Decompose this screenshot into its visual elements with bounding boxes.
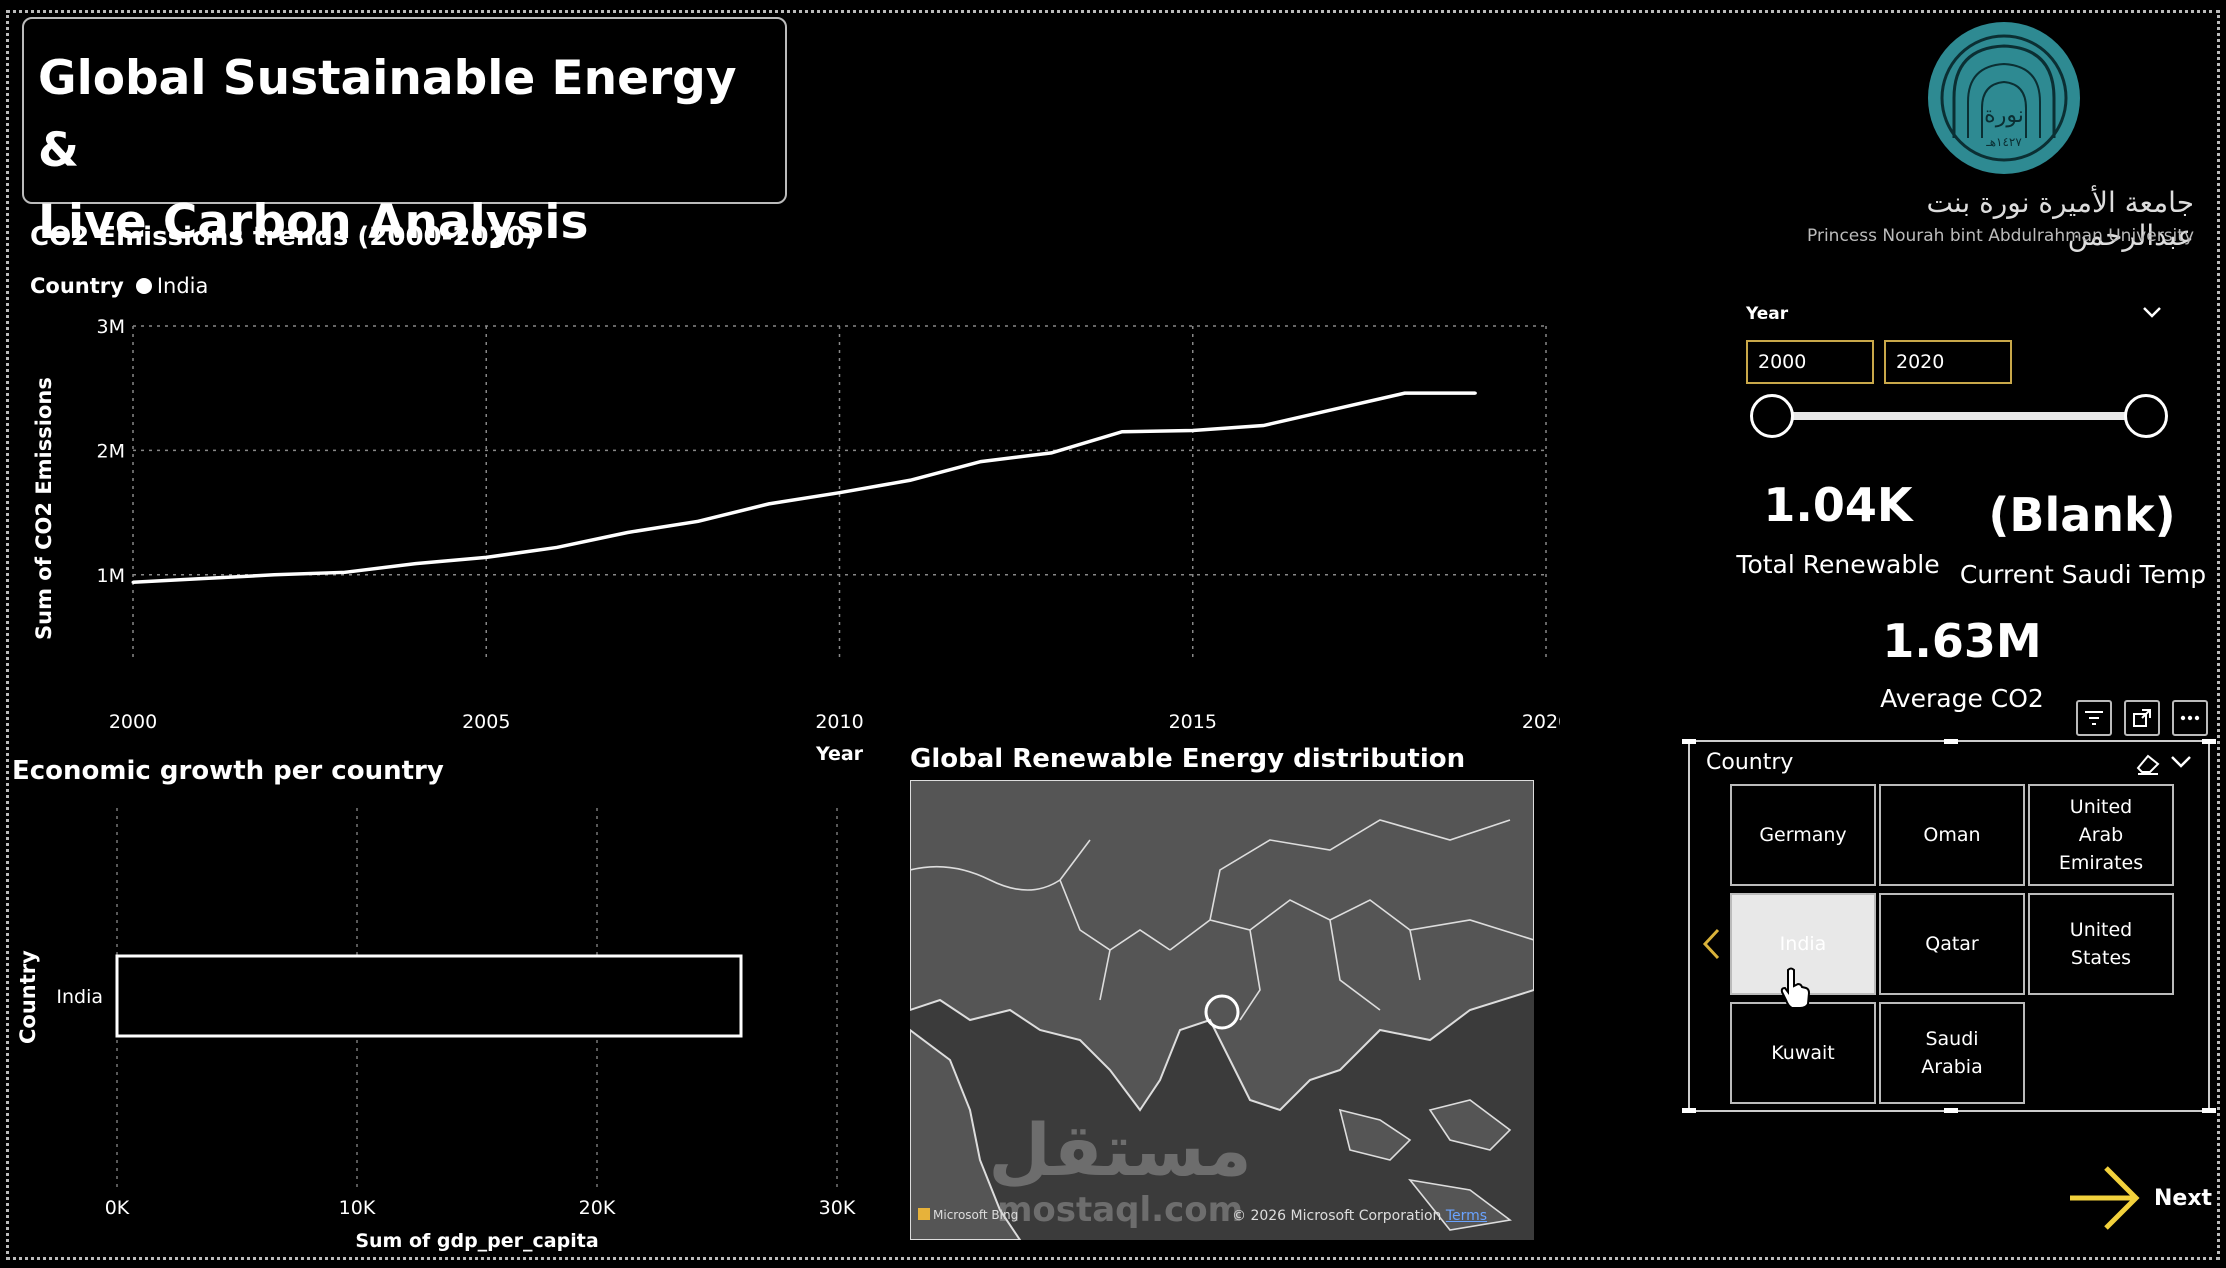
more-options-icon[interactable] <box>2172 700 2208 736</box>
bar-india <box>115 954 743 1038</box>
data-point <box>696 519 700 523</box>
x-tick-label: 30K <box>819 1197 856 1219</box>
gdp-bar-chart[interactable]: 0K 10K 20K 30K India Sum of gdp_per_capita <box>40 800 880 1260</box>
gdp-y-axis-label: Country <box>16 950 40 1044</box>
data-point <box>908 478 912 482</box>
next-label: Next <box>2154 1185 2213 1211</box>
data-point <box>979 460 983 464</box>
year-end-input[interactable]: 2020 <box>1884 340 2012 384</box>
slicer-prev-page-icon[interactable] <box>1700 926 1722 962</box>
y-tick-label: 3M <box>97 316 125 338</box>
co2-line-chart[interactable]: 3M 2M 1M 2000 2005 2010 2015 2020 Year <box>60 310 1560 770</box>
x-tick-label: 2015 <box>1169 711 1217 733</box>
x-tick-label: 2010 <box>815 711 863 733</box>
year-slider-end-handle[interactable] <box>2124 394 2168 438</box>
data-point <box>202 577 206 581</box>
data-point <box>1191 428 1195 432</box>
y-tick-label: 1M <box>97 565 125 587</box>
university-english-name: Princess Nourah bint Abdulrahman Univers… <box>1807 226 2194 246</box>
country-tile-qatar[interactable]: Qatar <box>1879 893 2025 995</box>
average-co2-label: Average CO2 <box>1880 684 2044 713</box>
co2-chart-title: CO2 Emissions trends (2000-2020) <box>30 222 537 252</box>
legend-label: Country <box>30 274 124 298</box>
data-point <box>1049 451 1053 455</box>
total-renewable-label: Total Renewable <box>1736 550 1940 579</box>
watermark: مستقل mostaql.com <box>988 1108 1252 1230</box>
data-point <box>484 555 488 559</box>
report-title-line1: Global Sustainable Energy & <box>38 51 737 178</box>
country-slicer-title: Country <box>1706 750 1794 775</box>
co2-chart-legend[interactable]: Country India <box>30 274 208 298</box>
year-slicer-label: Year <box>1746 304 1789 324</box>
year-slider-track[interactable] <box>1772 412 2146 420</box>
arrow-right-icon <box>2070 1166 2140 1230</box>
country-tile-label: Saudi Arabia <box>1921 1028 1983 1078</box>
country-tile-oman[interactable]: Oman <box>1879 784 2025 886</box>
country-tile-united-arab-emirates[interactable]: United Arab Emirates <box>2028 784 2174 886</box>
x-tick-label: 2020 <box>1522 711 1560 733</box>
data-point <box>767 502 771 506</box>
map-title: Global Renewable Energy distribution <box>910 744 1466 774</box>
country-tile-label: United States <box>2069 919 2133 969</box>
data-point <box>343 570 347 574</box>
country-tile-label: United Arab Emirates <box>2058 796 2144 874</box>
gdp-x-axis-label: Sum of gdp_per_capita <box>355 1230 598 1252</box>
year-slider-start-handle[interactable] <box>1750 394 1794 438</box>
data-point <box>1473 391 1477 395</box>
year-start-input[interactable]: 2000 <box>1746 340 1874 384</box>
filter-icon[interactable] <box>2076 700 2112 736</box>
country-tile-label: Kuwait <box>1771 1042 1835 1064</box>
data-point <box>1403 391 1407 395</box>
country-tile-label: India <box>1779 933 1827 955</box>
university-emblem-icon: نورة ١٤٢٧هـ <box>1928 22 2080 174</box>
country-tile-kuwait[interactable]: Kuwait <box>1730 1002 1876 1104</box>
map-terms-link[interactable]: Terms <box>1446 1208 1487 1224</box>
university-logo: نورة ١٤٢٧هـ <box>1924 18 2084 178</box>
hand-cursor-icon <box>1780 967 1811 1009</box>
gdp-chart-title: Economic growth per country <box>12 756 444 786</box>
average-co2-value: 1.63M <box>1882 614 2042 668</box>
co2-x-axis-label: Year <box>815 743 864 765</box>
country-slicer[interactable]: Country Germany Oman United Arab Emirates I… <box>1682 739 2216 1113</box>
data-point <box>1120 430 1124 434</box>
x-tick-label: 2005 <box>462 711 510 733</box>
saudi-temp-value: (Blank) <box>1988 488 2176 542</box>
country-tile-united-states[interactable]: United States <box>2028 893 2174 995</box>
legend-dot-icon <box>135 278 152 294</box>
x-tick-label: 20K <box>579 1197 616 1219</box>
data-point <box>131 580 135 584</box>
country-tile-label: Germany <box>1759 824 1847 846</box>
data-point <box>1332 407 1336 411</box>
data-point <box>272 573 276 577</box>
data-point <box>414 562 418 566</box>
focus-mode-icon[interactable] <box>2124 700 2160 736</box>
next-page-button[interactable]: Next <box>2066 1160 2212 1236</box>
legend-item-india: India <box>156 274 209 298</box>
country-tile-label: Qatar <box>1925 933 1979 955</box>
chevron-down-icon[interactable] <box>2140 302 2164 322</box>
x-tick-label: 2000 <box>109 711 157 733</box>
slicer-chevron-down-icon[interactable] <box>2168 752 2194 772</box>
data-point <box>626 531 630 535</box>
category-label: India <box>56 986 103 1008</box>
series-line-india <box>132 391 1476 585</box>
total-renewable-value: 1.04K <box>1763 478 1913 532</box>
report-title-box: Global Sustainable Energy & Live Carbon … <box>22 17 787 250</box>
eraser-icon[interactable] <box>2132 750 2162 776</box>
data-point <box>555 545 559 549</box>
data-point <box>1261 424 1265 428</box>
country-tile-germany[interactable]: Germany <box>1730 784 1876 886</box>
data-point <box>838 491 841 495</box>
country-tile-label: Oman <box>1923 824 1981 846</box>
x-tick-label: 10K <box>339 1197 376 1219</box>
saudi-temp-label: Current Saudi Temp <box>1959 560 2207 589</box>
y-tick-label: 2M <box>97 440 125 462</box>
co2-y-axis-label: Sum of CO2 Emissions <box>32 377 56 640</box>
country-tile-saudi-arabia[interactable]: Saudi Arabia <box>1879 1002 2025 1104</box>
x-tick-label: 0K <box>105 1197 130 1219</box>
svg-text:نورة: نورة <box>1984 103 2024 128</box>
svg-text:١٤٢٧هـ: ١٤٢٧هـ <box>1985 135 2022 149</box>
